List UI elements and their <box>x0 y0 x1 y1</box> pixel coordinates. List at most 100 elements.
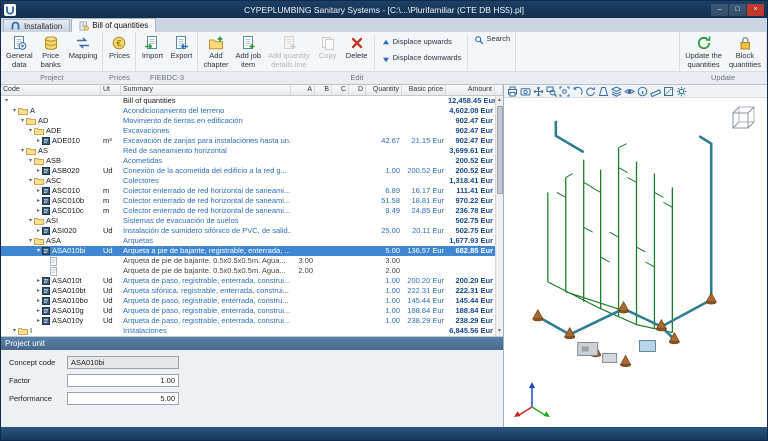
column-header-a[interactable]: A <box>291 85 315 95</box>
measure-icon[interactable] <box>650 86 661 97</box>
concept-code-field[interactable] <box>67 356 179 369</box>
expand-icon[interactable]: ▸ <box>35 306 42 316</box>
factor-field[interactable] <box>67 374 179 387</box>
expand-icon[interactable]: ▸ <box>35 286 42 296</box>
table-scrollbar[interactable]: ▲ ▼ <box>495 96 503 336</box>
layers-icon[interactable] <box>611 86 622 97</box>
expand-icon[interactable]: ▸ <box>35 136 42 146</box>
table-row[interactable]: ▸ASI020UdInstalación de sumidero sifónic… <box>1 226 503 236</box>
collapse-icon[interactable]: ▾ <box>3 96 10 106</box>
view-cube[interactable] <box>729 103 759 133</box>
close-button[interactable]: × <box>747 4 764 16</box>
collapse-icon[interactable]: ▾ <box>27 236 34 246</box>
table-row[interactable]: Arqueta de pie de bajante. 0.5x0.5x0.5m.… <box>1 256 503 266</box>
column-header-c[interactable]: C <box>332 85 349 95</box>
scroll-up-button[interactable]: ▲ <box>497 96 502 105</box>
column-header-summary[interactable]: Summary <box>121 85 291 95</box>
expand-icon[interactable]: ▸ <box>35 166 42 176</box>
mapping-button[interactable]: Mapping <box>66 33 101 71</box>
table-row[interactable]: ▾AAcondicionamiento del terreno4,602.08 … <box>1 106 503 116</box>
performance-field[interactable] <box>67 392 179 405</box>
update-the-quantities-button[interactable]: Update the quantities <box>682 33 725 71</box>
table-row[interactable]: ▸ASA010yUdArqueta de paso, registrable, … <box>1 316 503 326</box>
camera-icon[interactable] <box>520 86 531 97</box>
prices-button[interactable]: €Prices <box>105 33 133 71</box>
expand-icon[interactable]: ▸ <box>35 186 42 196</box>
column-header-code[interactable]: Code <box>1 85 101 95</box>
table-row[interactable]: ▸ADE010m³Excavación de zanjas para insta… <box>1 136 503 146</box>
column-header-amount[interactable]: Amount <box>446 85 495 95</box>
expand-icon[interactable]: ▸ <box>35 206 42 216</box>
pan-icon[interactable] <box>533 86 544 97</box>
table-row[interactable]: ▾IInstalaciones6,845.56 Eur <box>1 326 503 336</box>
scroll-down-button[interactable]: ▼ <box>497 327 502 336</box>
info-icon[interactable] <box>637 86 648 97</box>
expand-icon[interactable]: ▸ <box>35 296 42 306</box>
collapse-icon[interactable]: ▾ <box>19 116 26 126</box>
previous-view-icon[interactable] <box>572 86 583 97</box>
rotate-icon[interactable] <box>585 86 596 97</box>
price-banks-button[interactable]: Price banks <box>37 33 65 71</box>
visibility-icon[interactable] <box>624 86 635 97</box>
print-icon[interactable] <box>507 86 518 97</box>
copy-button[interactable]: Copy <box>314 33 342 71</box>
search-button[interactable]: Search <box>471 33 513 46</box>
collapse-icon[interactable]: ▾ <box>35 246 42 256</box>
table-row[interactable]: ▾ASAArquetas1,677.93 Eur <box>1 236 503 246</box>
table-row[interactable]: ▾ASRed de saneamiento horizontal3,699.61… <box>1 146 503 156</box>
section-icon[interactable] <box>663 86 674 97</box>
general-data-button[interactable]: General data <box>3 33 36 71</box>
table-row[interactable]: ▾ADEExcavaciones902.47 Eur <box>1 126 503 136</box>
column-header-basic-price[interactable]: Basic price <box>402 85 446 95</box>
tab-bill-of-quantities[interactable]: Bill of quantities <box>71 18 156 32</box>
column-header-ut[interactable]: Ut <box>101 85 121 95</box>
maximize-button[interactable]: □ <box>729 4 746 16</box>
collapse-icon[interactable]: ▾ <box>11 106 18 116</box>
displace-downwards-button[interactable]: Displace downwards <box>378 52 465 65</box>
expand-icon[interactable]: ▸ <box>35 276 42 286</box>
table-row[interactable]: ▾Bill of quantities12,458.45 Eur <box>1 96 503 106</box>
expand-icon[interactable]: ▸ <box>35 196 42 206</box>
table-row[interactable]: ▸ASC010mColector enterrado de red horizo… <box>1 186 503 196</box>
settings-icon[interactable] <box>676 86 687 97</box>
table-row[interactable]: ▸ASC010bmColector enterrado de red horiz… <box>1 196 503 206</box>
zoom-window-icon[interactable] <box>546 86 557 97</box>
table-row[interactable]: ▸ASA010boUdArqueta de paso, registrable,… <box>1 296 503 306</box>
displace-upwards-button[interactable]: Displace upwards <box>378 36 465 49</box>
table-row[interactable]: Arqueta de pie de bajante. 0.5x0.5x0.5m.… <box>1 266 503 276</box>
table-row[interactable]: ▸ASB020UdConexión de la acometida del ed… <box>1 166 503 176</box>
collapse-icon[interactable]: ▾ <box>27 176 34 186</box>
table-row[interactable]: ▾ADMovimiento de tierras en edificación9… <box>1 116 503 126</box>
table-row[interactable]: ▾ASBAcometidas200.52 Eur <box>1 156 503 166</box>
add-chapter-button[interactable]: Add chapter <box>200 33 231 71</box>
delete-button[interactable]: Delete <box>343 33 371 71</box>
export-button[interactable]: Export <box>167 33 195 71</box>
pipes-3d-scene[interactable] <box>504 98 767 427</box>
expand-icon[interactable]: ▸ <box>35 316 42 326</box>
block-quantities-button[interactable]: Block quantities <box>726 33 764 71</box>
perspective-icon[interactable] <box>598 86 609 97</box>
collapse-icon[interactable]: ▾ <box>19 146 26 156</box>
expand-icon[interactable]: ▸ <box>35 226 42 236</box>
collapse-icon[interactable]: ▾ <box>27 126 34 136</box>
add-quantity-details-line-button[interactable]: Add quantity details line <box>265 33 313 71</box>
table-row[interactable]: ▸ASA010tUdArqueta de paso, registrable, … <box>1 276 503 286</box>
table-row[interactable]: ▾ASISistemas de evacuación de suelos502.… <box>1 216 503 226</box>
table-row[interactable]: ▾ASA010biUdArqueta a pie de bajante, reg… <box>1 246 503 256</box>
table-row[interactable]: ▸ASA010gUdArqueta de paso, registrable, … <box>1 306 503 316</box>
add-job-item-button[interactable]: Add job item <box>233 33 264 71</box>
minimize-button[interactable]: – <box>711 4 728 16</box>
collapse-icon[interactable]: ▾ <box>11 326 18 336</box>
tab-installation[interactable]: Installation <box>3 19 70 32</box>
column-header-b[interactable]: B <box>315 85 332 95</box>
collapse-icon[interactable]: ▾ <box>27 156 34 166</box>
import-button[interactable]: Import <box>138 33 166 71</box>
scroll-thumb[interactable] <box>497 106 503 194</box>
table-row[interactable]: ▸ASC010cmColector enterrado de red horiz… <box>1 206 503 216</box>
collapse-icon[interactable]: ▾ <box>27 216 34 226</box>
table-row[interactable]: ▾ASCColectores1,318.41 Eur <box>1 176 503 186</box>
column-header-quantity[interactable]: Quantity <box>366 85 402 95</box>
zoom-extents-icon[interactable] <box>559 86 570 97</box>
table-row[interactable]: ▸ASA010btUdArqueta sifónica, registrable… <box>1 286 503 296</box>
column-header-d[interactable]: D <box>349 85 366 95</box>
